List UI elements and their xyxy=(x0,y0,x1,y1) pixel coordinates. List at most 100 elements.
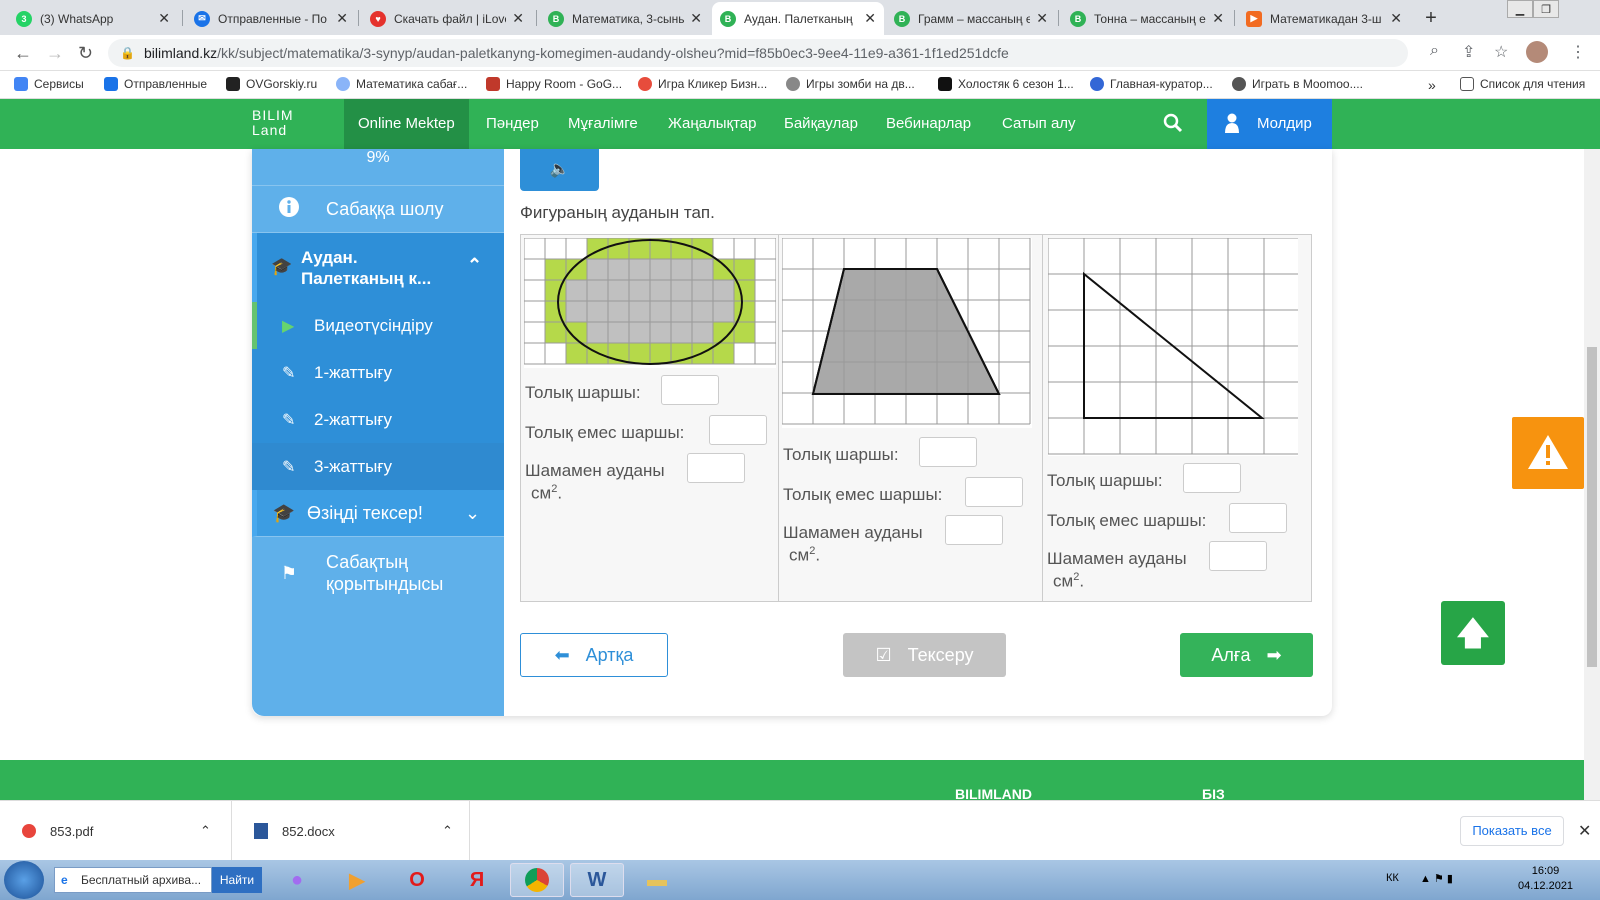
word-icon[interactable]: W xyxy=(570,863,624,897)
profile-avatar[interactable] xyxy=(1526,41,1548,63)
sidebar-item-video[interactable]: ▶ Видеотүсіндіру xyxy=(252,302,504,349)
chevron-up-icon[interactable]: ⌃ xyxy=(467,255,482,276)
start-button[interactable] xyxy=(4,861,44,899)
partial-squares-input-2[interactable] xyxy=(965,477,1023,507)
alice-app-icon[interactable]: ● xyxy=(270,863,324,897)
nav-online-mektep[interactable]: Online Mektep xyxy=(344,99,469,149)
info-icon xyxy=(274,196,304,223)
tab-ilove[interactable]: ♥ Скачать файл | iLove ✕ xyxy=(362,2,532,35)
full-squares-input-3[interactable] xyxy=(1183,463,1241,493)
close-icon[interactable]: ✕ xyxy=(690,10,702,27)
forward-arrow-icon[interactable]: → xyxy=(46,43,64,64)
search-icon[interactable] xyxy=(1163,113,1183,139)
bookmark-sent[interactable]: Отправленные xyxy=(104,77,207,91)
back-arrow-icon[interactable]: ← xyxy=(14,43,32,64)
tab-sent-mail[interactable]: ✉ Отправленные - По ✕ xyxy=(186,2,356,35)
nav-news[interactable]: Жаңалықтар xyxy=(654,99,770,149)
tab-area-active[interactable]: B Аудан. Палетканың ✕ xyxy=(712,2,884,35)
nav-webinars[interactable]: Вебинарлар xyxy=(872,99,985,149)
maximize-button[interactable]: ❐ xyxy=(1533,0,1559,18)
tab-gram[interactable]: B Грамм – массаның е ✕ xyxy=(886,2,1056,35)
close-icon[interactable]: ✕ xyxy=(512,10,524,27)
nav-subjects[interactable]: Пәндер xyxy=(472,99,553,149)
bookmark-happy-room[interactable]: Happy Room - GoG... xyxy=(486,77,622,91)
page-scrollbar[interactable] xyxy=(1584,149,1600,800)
sidebar-item-summary[interactable]: ⚑ Сабақтың қорытындысы xyxy=(252,537,504,609)
media-player-icon[interactable]: ▶ xyxy=(330,863,384,897)
full-squares-input-1[interactable] xyxy=(661,375,719,405)
tab-math-video[interactable]: ▶ Математикадан 3-ш ✕ xyxy=(1238,2,1410,35)
reading-list[interactable]: Список для чтения xyxy=(1460,77,1585,91)
zoom-icon[interactable]: ⌕ xyxy=(1430,42,1439,60)
chevron-down-icon[interactable]: ⌄ xyxy=(465,503,480,524)
tab-tonna[interactable]: B Тонна – массаның е ✕ xyxy=(1062,2,1232,35)
partial-squares-input-3[interactable] xyxy=(1229,503,1287,533)
nav-buy[interactable]: Сатып алу xyxy=(988,99,1090,149)
sidebar-item-exercise-2[interactable]: ✎ 2-жаттығу xyxy=(252,396,504,443)
partial-squares-input-1[interactable] xyxy=(709,415,767,445)
system-clock[interactable]: 16:09 04.12.2021 xyxy=(1518,864,1573,894)
close-icon[interactable]: ✕ xyxy=(1212,10,1224,27)
tab-math-3[interactable]: B Математика, 3-сынь ✕ xyxy=(540,2,710,35)
tray-icons[interactable]: ▲ ⚑ ▮ xyxy=(1420,872,1453,885)
area-input-1[interactable] xyxy=(687,453,745,483)
sidebar-section-area[interactable]: 🎓 Аудан. Палетканың к... ⌃ xyxy=(252,233,504,302)
download-item[interactable]: 852.docx ⌃ xyxy=(232,801,470,861)
ie-search-box[interactable]: e Бесплатный архива... xyxy=(54,867,212,893)
url-field[interactable]: 🔒 bilimland.kz/kk/subject/matematika/3-s… xyxy=(108,39,1408,67)
more-bookmarks-icon[interactable]: » xyxy=(1428,77,1436,93)
sidebar-item-check-yourself[interactable]: 🎓 Өзіңді тексер! ⌄ xyxy=(252,490,504,537)
scroll-top-button[interactable]: 🡅 xyxy=(1441,601,1505,665)
chevron-up-icon[interactable]: ⌃ xyxy=(200,823,211,839)
user-menu[interactable]: Молдир xyxy=(1207,99,1332,149)
check-button[interactable]: ☑ Тексеру xyxy=(843,633,1006,677)
close-icon[interactable]: ✕ xyxy=(158,10,170,27)
chrome-icon[interactable] xyxy=(510,863,564,897)
menu-icon[interactable]: ⋮ xyxy=(1570,42,1586,62)
chevron-up-icon[interactable]: ⌃ xyxy=(442,823,453,839)
area-input-2[interactable] xyxy=(945,515,1003,545)
scrollbar-thumb[interactable] xyxy=(1587,347,1597,667)
sidebar-item-overview[interactable]: Сабаққа шолу xyxy=(252,186,504,233)
yandex-icon[interactable]: Я xyxy=(450,863,504,897)
opera-icon[interactable]: O xyxy=(390,863,444,897)
back-button[interactable]: ⬅ Артқа xyxy=(520,633,668,677)
close-icon[interactable]: ✕ xyxy=(864,10,876,27)
close-icon[interactable]: ✕ xyxy=(1578,821,1591,841)
bilimland-logo[interactable]: BILIM Land xyxy=(252,108,294,138)
find-button[interactable]: Найти xyxy=(212,867,262,893)
play-icon: ▶ xyxy=(282,317,295,335)
bookmark-math[interactable]: Математика сабағ... xyxy=(336,77,467,91)
site-icon xyxy=(226,77,240,91)
next-button[interactable]: Алға ➡ xyxy=(1180,633,1313,677)
audio-button[interactable]: 🔈 xyxy=(520,149,599,191)
folder-icon[interactable]: ▬ xyxy=(630,863,684,897)
bookmark-bachelor[interactable]: Холостяк 6 сезон 1... xyxy=(938,77,1074,91)
area-input-3[interactable] xyxy=(1209,541,1267,571)
sidebar-item-exercise-1[interactable]: ✎ 1-жаттығу xyxy=(252,349,504,396)
full-squares-input-2[interactable] xyxy=(919,437,977,467)
minimize-button[interactable]: ▁ xyxy=(1507,0,1533,18)
share-icon[interactable]: ⇪ xyxy=(1462,42,1475,62)
tab-whatsapp[interactable]: 3 (3) WhatsApp ✕ xyxy=(8,2,178,35)
star-icon[interactable]: ☆ xyxy=(1494,42,1508,62)
show-all-downloads-button[interactable]: Показать все xyxy=(1460,816,1564,846)
close-icon[interactable]: ✕ xyxy=(1390,10,1402,27)
language-indicator[interactable]: КК xyxy=(1386,872,1399,884)
reload-icon[interactable]: ↻ xyxy=(78,43,93,64)
close-icon[interactable]: ✕ xyxy=(1036,10,1048,27)
report-warning-button[interactable] xyxy=(1512,417,1584,489)
new-tab-button[interactable]: + xyxy=(1418,5,1444,31)
site-icon xyxy=(938,77,952,91)
bookmark-moomoo[interactable]: Играть в Moomoo.... xyxy=(1232,77,1363,91)
bookmark-zombie[interactable]: Игры зомби на дв... xyxy=(786,77,915,91)
sidebar-item-exercise-3[interactable]: ✎ 3-жаттығу xyxy=(252,443,504,490)
nav-contests[interactable]: Байқаулар xyxy=(770,99,872,149)
bookmark-curator[interactable]: Главная-куратор... xyxy=(1090,77,1213,91)
bookmark-apps[interactable]: Сервисы xyxy=(14,77,84,91)
bookmark-clicker[interactable]: Игра Кликер Бизн... xyxy=(638,77,767,91)
bookmark-ovgorskiy[interactable]: OVGorskiy.ru xyxy=(226,77,317,91)
download-item[interactable]: 853.pdf ⌃ xyxy=(0,801,232,861)
close-icon[interactable]: ✕ xyxy=(336,10,348,27)
nav-teachers[interactable]: Мұғалімге xyxy=(554,99,652,149)
